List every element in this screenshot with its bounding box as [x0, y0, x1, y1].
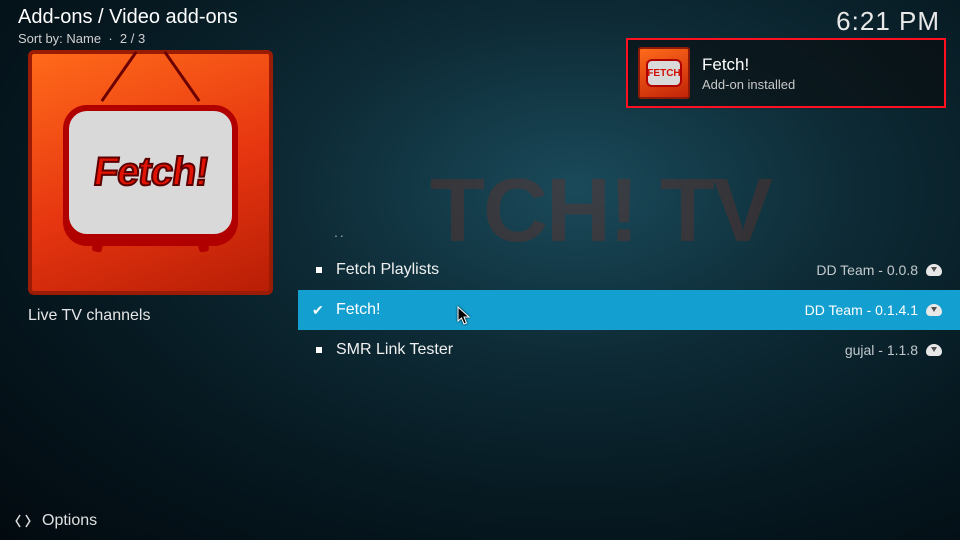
list-item-meta: gujal - 1.1.8: [845, 342, 918, 358]
sort-value: Name: [66, 31, 101, 46]
notification-message: Add-on installed: [702, 77, 795, 92]
parent-directory[interactable]: ..: [298, 220, 960, 250]
list-item-name: Fetch!: [336, 301, 805, 319]
options-label: Options: [42, 512, 97, 530]
header: Add-ons / Video add-ons Sort by: Name · …: [18, 6, 238, 46]
list-item-name: Fetch Playlists: [336, 261, 816, 279]
list-item-meta: DD Team - 0.0.8: [816, 262, 918, 278]
sort-label: Sort by:: [18, 31, 63, 46]
list-item[interactable]: Fetch Playlists DD Team - 0.0.8: [298, 250, 960, 290]
notification-title: Fetch!: [702, 55, 795, 75]
list-item[interactable]: ✔ Fetch! DD Team - 0.1.4.1: [298, 290, 960, 330]
list-item-meta: DD Team - 0.1.4.1: [805, 302, 918, 318]
list-item-name: SMR Link Tester: [336, 341, 845, 359]
tv-icon: Fetch!: [63, 105, 238, 240]
bullet-icon: [316, 347, 322, 353]
clock: 6:21 PM: [836, 6, 940, 37]
notification-icon: FETCH: [638, 47, 690, 99]
side-panel: Fetch! Live TV channels: [28, 50, 273, 325]
breadcrumb: Add-ons / Video add-ons: [18, 6, 238, 29]
notification-toast: FETCH Fetch! Add-on installed: [626, 38, 946, 108]
list-position: 2 / 3: [120, 31, 145, 46]
check-icon: ✔: [312, 302, 328, 319]
addon-description: Live TV channels: [28, 307, 273, 325]
addon-logo-text: Fetch!: [90, 150, 210, 195]
sort-line: Sort by: Name · 2 / 3: [18, 31, 238, 46]
download-icon: [926, 304, 942, 316]
bullet-icon: [316, 267, 322, 273]
download-icon: [926, 344, 942, 356]
options-button[interactable]: Options: [14, 512, 97, 530]
download-icon: [926, 264, 942, 276]
options-icon: [14, 512, 32, 530]
list-item[interactable]: SMR Link Tester gujal - 1.1.8: [298, 330, 960, 370]
addon-list: .. Fetch Playlists DD Team - 0.0.8 ✔ Fet…: [298, 220, 960, 370]
addon-icon: Fetch!: [28, 50, 273, 295]
